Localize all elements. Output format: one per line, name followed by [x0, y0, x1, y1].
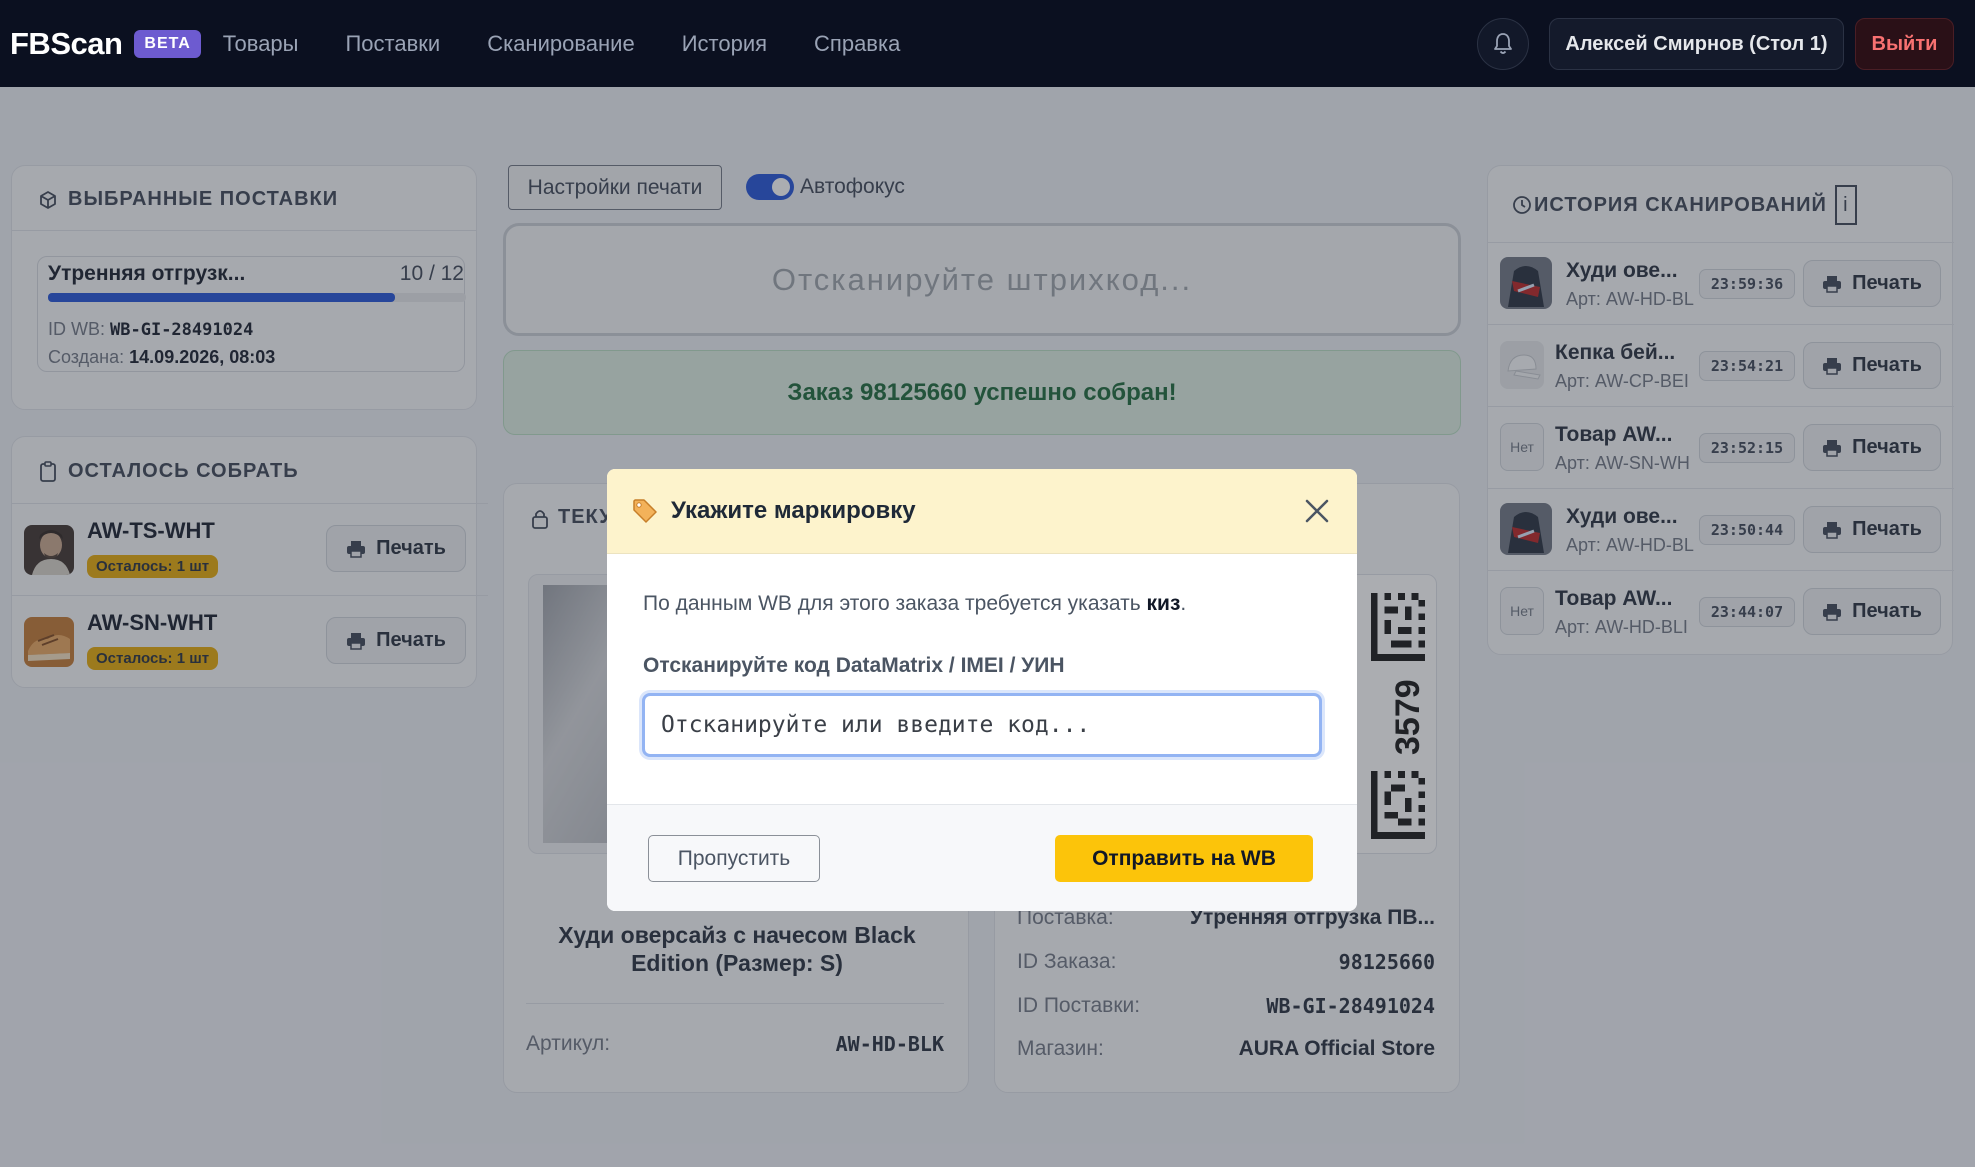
- modal-description-suffix: .: [1180, 592, 1187, 615]
- marking-code-input[interactable]: [642, 693, 1322, 757]
- beta-badge: BETA: [134, 29, 201, 58]
- modal-footer: Пропустить Отправить на WB: [607, 804, 1357, 911]
- nav-item-help[interactable]: Справка: [814, 31, 900, 57]
- notifications-button[interactable]: [1477, 18, 1529, 70]
- bell-icon: [1494, 33, 1512, 54]
- nav-item-scanning[interactable]: Сканирование: [487, 31, 635, 57]
- send-to-wb-button[interactable]: Отправить на WB: [1055, 835, 1313, 882]
- modal-title: Укажите маркировку: [671, 497, 916, 524]
- skip-button[interactable]: Пропустить: [648, 835, 820, 882]
- main-nav: Товары Поставки Сканирование История Спр…: [223, 31, 948, 57]
- tag-icon: [633, 499, 657, 523]
- nav-item-supplies[interactable]: Поставки: [345, 31, 440, 57]
- top-navbar: FBScan BETA Товары Поставки Сканирование…: [0, 0, 1975, 87]
- modal-description: По данным WB для этого заказа требуется …: [643, 592, 1186, 616]
- logout-button[interactable]: Выйти: [1855, 18, 1954, 70]
- user-menu-button[interactable]: Алексей Смирнов (Стол 1): [1549, 18, 1844, 70]
- app-logo[interactable]: FBScan: [10, 26, 123, 62]
- nav-item-products[interactable]: Товары: [223, 31, 299, 57]
- close-icon[interactable]: [1297, 491, 1337, 531]
- modal-description-bold: киз: [1146, 592, 1181, 615]
- nav-item-history[interactable]: История: [682, 31, 767, 57]
- marking-modal: Укажите маркировку По данным WB для этог…: [607, 469, 1357, 911]
- code-field-label: Отсканируйте код DataMatrix / IMEI / УИН: [643, 654, 1065, 677]
- modal-description-prefix: По данным WB для этого заказа требуется …: [643, 592, 1141, 615]
- modal-header: Укажите маркировку: [607, 469, 1357, 554]
